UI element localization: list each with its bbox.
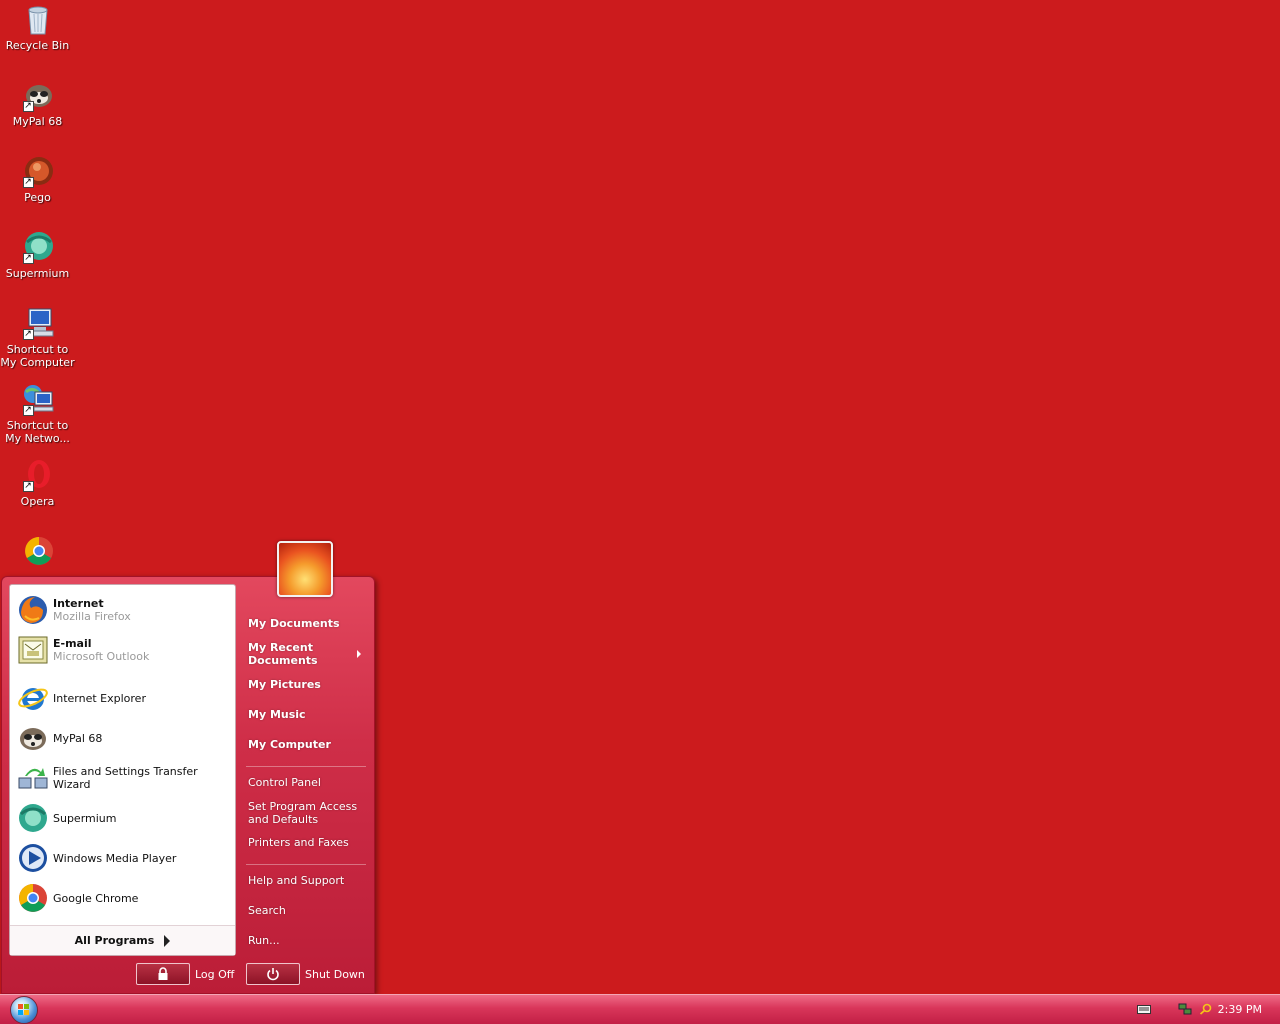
place-help-and-support[interactable]: Help and Support	[248, 874, 344, 887]
start-button[interactable]	[10, 996, 38, 1024]
log-off-button[interactable]: Log Off	[136, 963, 234, 985]
divider	[246, 864, 366, 865]
user-account-picture[interactable]	[277, 541, 333, 597]
place-run[interactable]: Run...	[248, 934, 280, 947]
desktop-icon-my-computer[interactable]: ↗ Shortcut to My Computer	[0, 306, 75, 369]
internet-explorer-icon	[17, 682, 49, 714]
clock[interactable]: 2:39 PM	[1218, 1003, 1262, 1016]
program-subtitle: Mozilla Firefox	[53, 610, 131, 623]
program-name: Google Chrome	[53, 891, 139, 905]
desktop-icon-recycle-bin[interactable]: Recycle Bin	[0, 2, 75, 52]
place-set-program-access[interactable]: Set Program Access and Defaults	[248, 800, 357, 826]
google-chrome-icon	[21, 534, 55, 568]
desktop-icon-supermium[interactable]: ↗ Supermium	[0, 230, 75, 280]
place-printers-and-faxes[interactable]: Printers and Faxes	[248, 836, 349, 849]
my-computer-icon: ↗	[21, 306, 55, 340]
google-chrome-icon	[17, 882, 49, 914]
place-my-recent-documents[interactable]: My Recent Documents	[248, 641, 318, 667]
desktop-icon-label: Shortcut to	[6, 419, 69, 432]
place-search[interactable]: Search	[248, 904, 286, 917]
shortcut-arrow-icon: ↗	[22, 253, 34, 264]
chevron-right-icon	[164, 934, 171, 947]
desktop-icon-label: Recycle Bin	[5, 39, 70, 52]
place-label-line: Documents	[248, 654, 318, 667]
recycle-bin-icon	[21, 2, 55, 36]
network-icon[interactable]	[1178, 1003, 1192, 1015]
pinned-item-internet[interactable]: Internet Mozilla Firefox	[10, 591, 235, 629]
recent-item-google-chrome[interactable]: Google Chrome	[10, 879, 235, 917]
program-name: Internet	[53, 597, 104, 610]
log-off-label: Log Off	[195, 967, 235, 981]
start-menu-programs-pane: Internet Mozilla Firefox E-mail Microsof…	[9, 584, 236, 956]
lock-icon	[136, 963, 190, 985]
program-name: Files and Settings Transfer Wizard	[53, 765, 198, 791]
mypal-icon	[17, 722, 49, 754]
chevron-right-icon	[357, 650, 361, 658]
shortcut-arrow-icon: ↗	[22, 405, 34, 416]
desktop-icon-label: Shortcut to	[6, 343, 69, 356]
place-my-pictures[interactable]: My Pictures	[248, 678, 321, 691]
place-label-line: Set Program Access	[248, 800, 358, 813]
start-menu: Internet Mozilla Firefox E-mail Microsof…	[1, 576, 375, 994]
transfer-wizard-icon	[17, 762, 49, 794]
program-name: Internet Explorer	[53, 691, 146, 705]
outlook-icon	[17, 634, 49, 666]
windows-logo-icon	[18, 1004, 29, 1015]
recent-item-windows-media-player[interactable]: Windows Media Player	[10, 839, 235, 877]
program-name: MyPal 68	[53, 731, 103, 745]
pego-icon: ↗	[21, 154, 55, 188]
program-name: Windows Media Player	[53, 851, 177, 865]
place-my-documents[interactable]: My Documents	[248, 617, 340, 630]
taskbar: 2:39 PM	[0, 994, 1280, 1024]
recent-item-internet-explorer[interactable]: Internet Explorer	[10, 679, 235, 717]
shut-down-label: Shut Down	[305, 967, 365, 981]
desktop-icon-label: Supermium	[5, 267, 70, 280]
desktop-icon-label: MyPal 68	[12, 115, 63, 128]
windows-media-player-icon	[17, 842, 49, 874]
program-subtitle: Microsoft Outlook	[53, 650, 150, 663]
place-control-panel[interactable]: Control Panel	[248, 776, 321, 789]
place-my-computer[interactable]: My Computer	[248, 738, 331, 751]
supermium-icon: ↗	[21, 230, 55, 264]
my-network-icon: ↗	[21, 382, 55, 416]
place-my-music[interactable]: My Music	[248, 708, 306, 721]
desktop-icon-opera[interactable]: ↗ Opera	[0, 458, 75, 508]
recent-item-transfer-wizard[interactable]: Files and Settings Transfer Wizard	[10, 759, 235, 797]
opera-icon: ↗	[21, 458, 55, 492]
recent-item-mypal[interactable]: MyPal 68	[10, 719, 235, 757]
desktop-icon-google-chrome[interactable]	[0, 534, 75, 571]
desktop-icon-label: Pego	[24, 191, 51, 204]
search-icon[interactable]	[1199, 1003, 1213, 1015]
keyboard-icon[interactable]	[1137, 1003, 1151, 1015]
desktop-icon-label: My Computer	[0, 356, 75, 369]
shut-down-button[interactable]: Shut Down	[246, 963, 365, 985]
divider	[246, 766, 366, 767]
place-label-line: My Recent	[248, 641, 313, 654]
program-name: E-mail	[53, 637, 92, 650]
all-programs-button[interactable]: All Programs	[10, 925, 235, 955]
place-label-line: and Defaults	[248, 813, 319, 826]
shortcut-arrow-icon: ↗	[22, 329, 34, 340]
desktop-icon-mypal[interactable]: ↗ MyPal 68	[0, 78, 75, 128]
firefox-icon	[17, 594, 49, 626]
desktop-icon-label: My Netwo...	[5, 432, 70, 445]
program-name: Supermium	[53, 811, 117, 825]
pinned-item-email[interactable]: E-mail Microsoft Outlook	[10, 631, 235, 669]
desktop-icon-pego[interactable]: ↗ Pego	[0, 154, 75, 204]
mypal-icon: ↗	[21, 78, 55, 112]
desktop-icon-my-network[interactable]: ↗ Shortcut to My Netwo...	[0, 382, 75, 445]
power-icon	[246, 963, 300, 985]
recent-item-supermium[interactable]: Supermium	[10, 799, 235, 837]
desktop-icon-label: Opera	[20, 495, 55, 508]
supermium-icon	[17, 802, 49, 834]
all-programs-label: All Programs	[74, 934, 155, 947]
shortcut-arrow-icon: ↗	[22, 481, 34, 492]
shortcut-arrow-icon: ↗	[22, 101, 34, 112]
shortcut-arrow-icon: ↗	[22, 177, 34, 188]
